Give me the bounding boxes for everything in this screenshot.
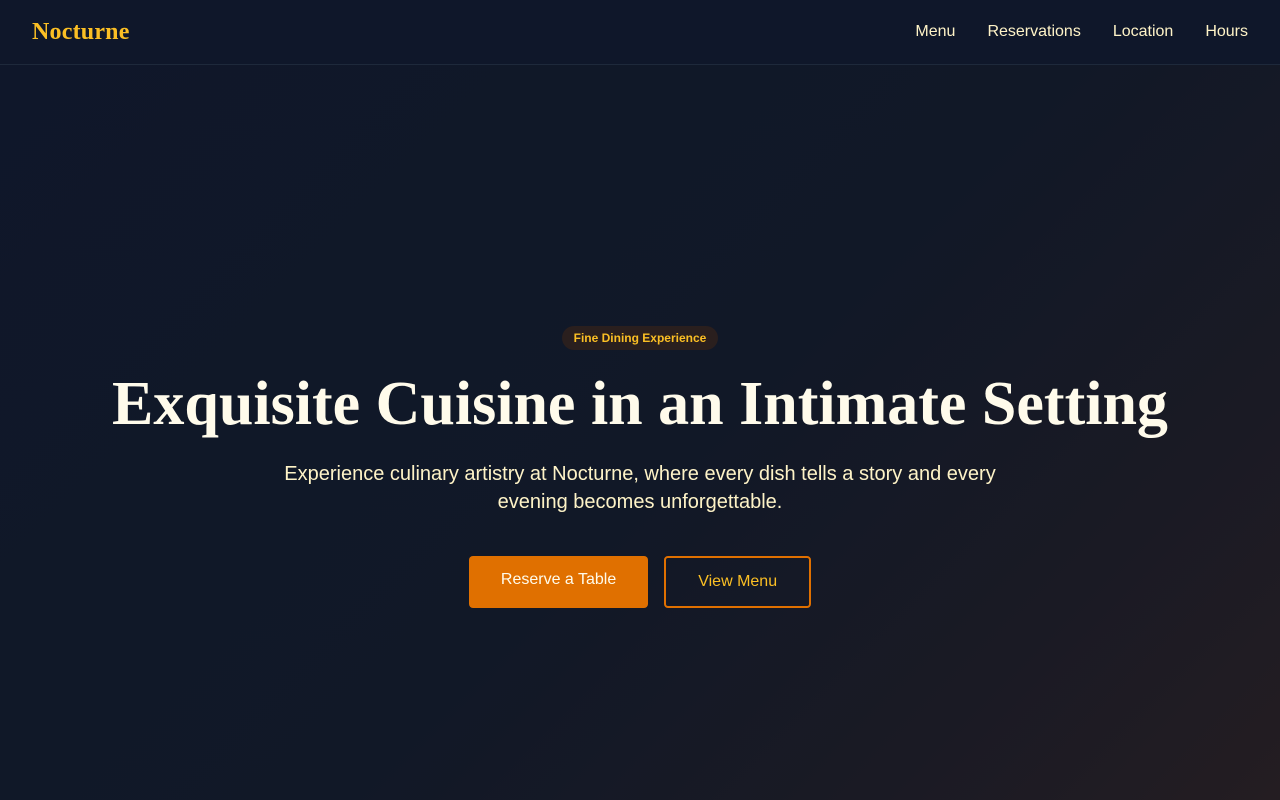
- nav-link-location[interactable]: Location: [1113, 23, 1174, 41]
- brand-logo[interactable]: Nocturne: [32, 19, 130, 46]
- hero-title: Exquisite Cuisine in an Intimate Setting: [112, 370, 1168, 438]
- top-navbar: Nocturne Menu Reservations Location Hour…: [0, 0, 1280, 65]
- hero-cta-group: Reserve a Table View Menu: [468, 556, 812, 608]
- nav-link-reservations[interactable]: Reservations: [987, 23, 1080, 41]
- reserve-table-button[interactable]: Reserve a Table: [468, 556, 649, 608]
- main-nav: Menu Reservations Location Hours: [915, 23, 1248, 41]
- nav-link-menu[interactable]: Menu: [915, 23, 955, 41]
- view-menu-button[interactable]: View Menu: [664, 556, 812, 608]
- hero-subtitle: Experience culinary artistry at Nocturne…: [284, 463, 996, 513]
- hero-badge: Fine Dining Experience: [561, 326, 719, 350]
- hero-section: Fine Dining Experience Exquisite Cuisine…: [0, 65, 1280, 800]
- nav-link-hours[interactable]: Hours: [1205, 23, 1248, 41]
